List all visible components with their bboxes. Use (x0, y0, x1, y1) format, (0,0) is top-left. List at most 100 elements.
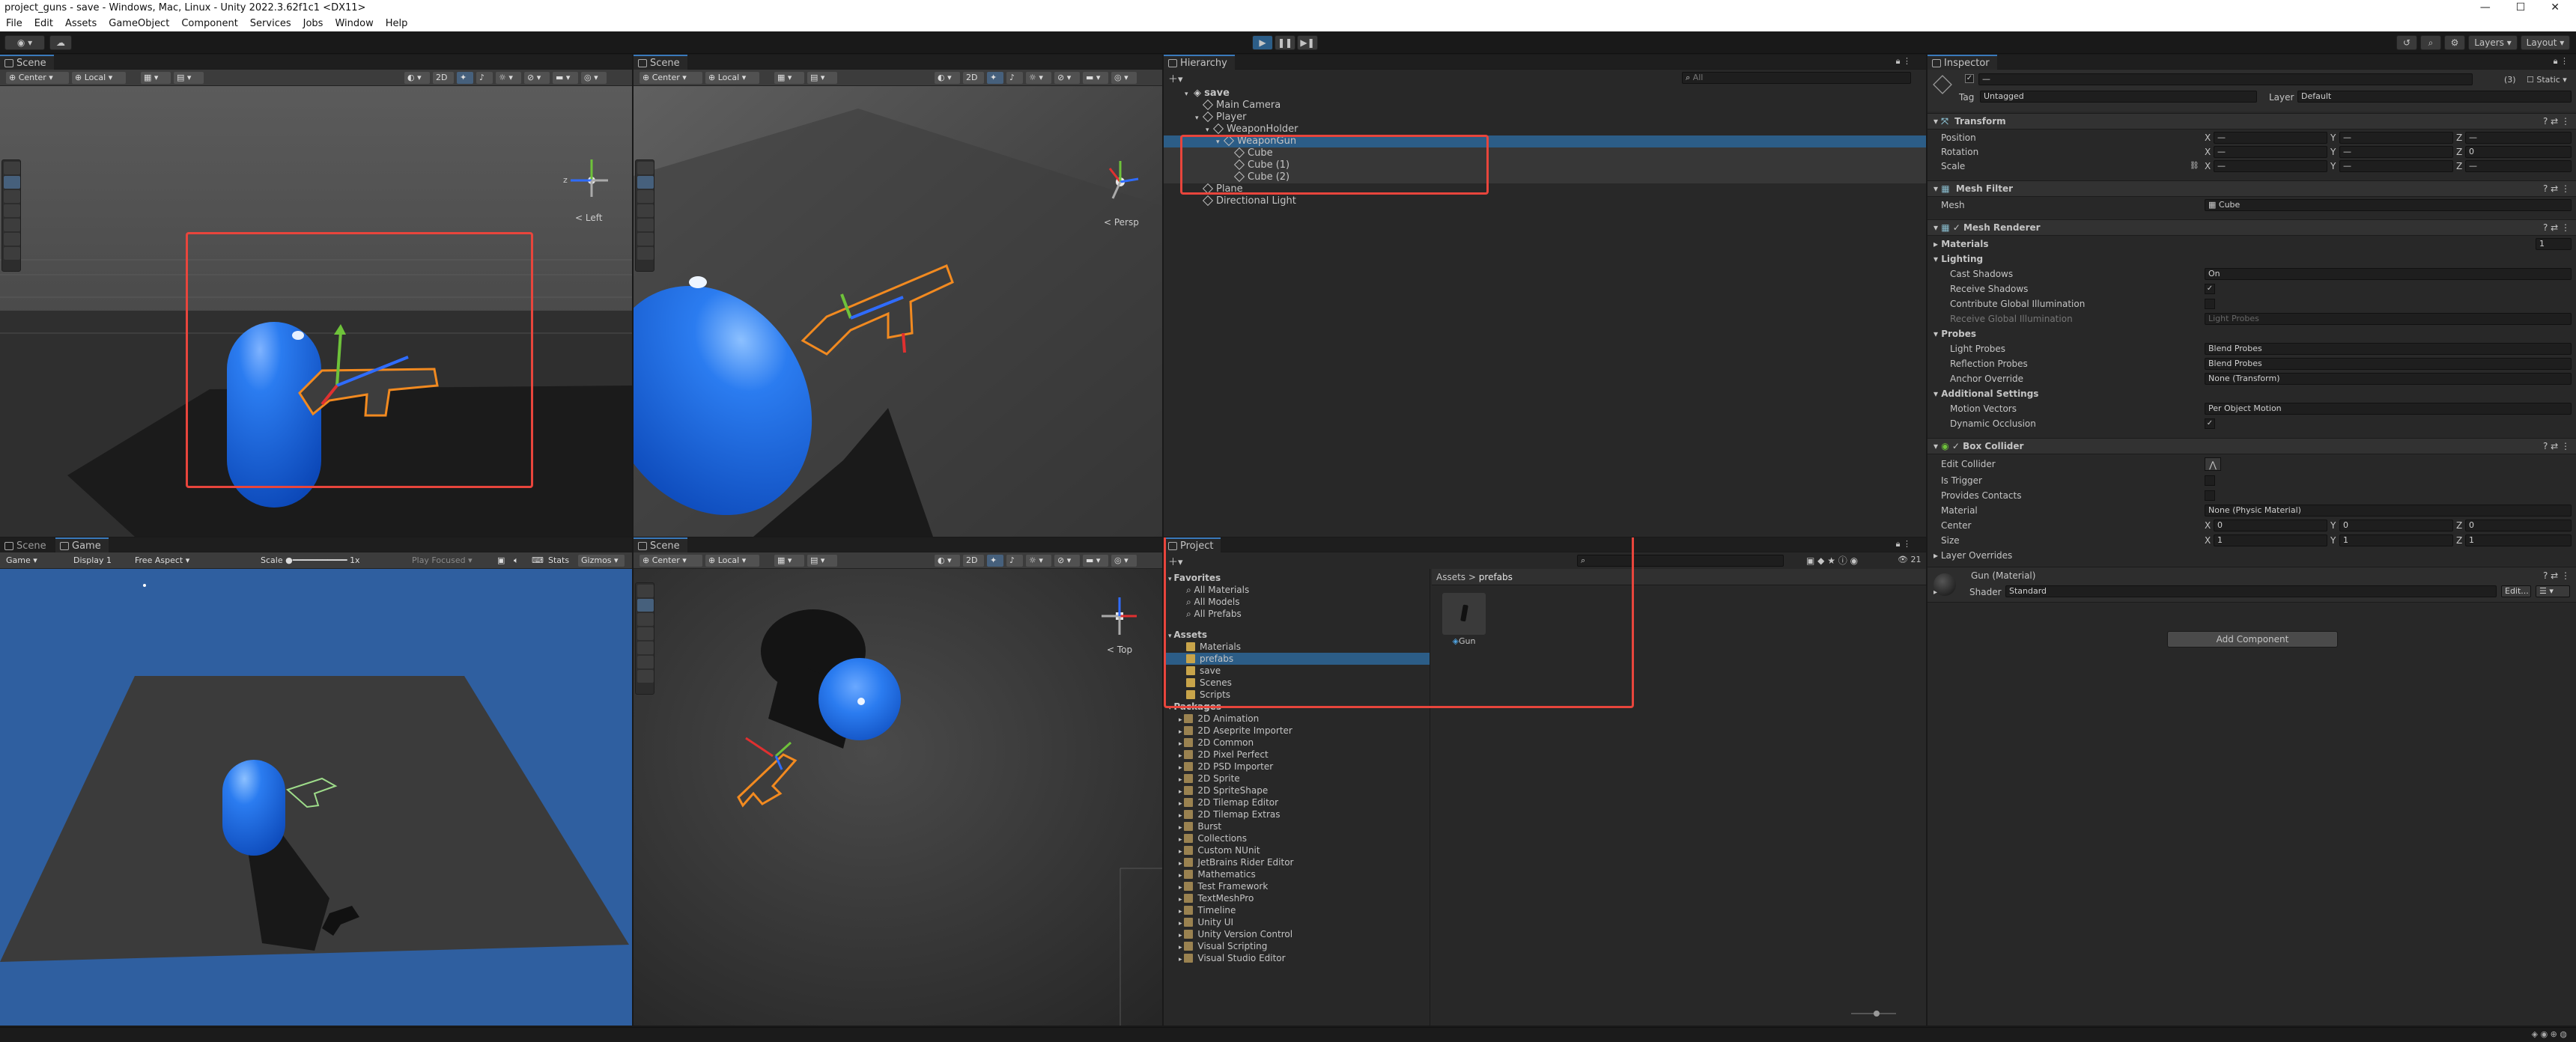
foldout-icon[interactable]: ▸ (1179, 920, 1184, 927)
menu-help[interactable]: Help (386, 18, 408, 29)
tab-scene[interactable]: Scene (0, 55, 54, 70)
foldout-icon[interactable]: ▸ (1179, 908, 1184, 915)
display-mode-dropdown[interactable]: Game ▾ (3, 555, 66, 567)
size-x[interactable]: 1 (2214, 534, 2327, 546)
active-checkbox[interactable]: ✓ (1965, 74, 1974, 83)
folder-item[interactable]: ▸ Burst (1164, 820, 1430, 832)
toggle-2d[interactable]: 2D (963, 72, 984, 84)
fx-dropdown[interactable]: ☼ ▾ (1026, 72, 1051, 84)
tab-inspector[interactable]: Inspector (1928, 55, 1997, 70)
center-x[interactable]: 0 (2214, 520, 2327, 531)
foldout-icon[interactable]: ▸ (1179, 752, 1184, 760)
foldout-icon[interactable]: ▸ (1179, 860, 1184, 868)
gizmos-dropdown[interactable]: ◎ ▾ (1111, 555, 1137, 567)
rotation-z[interactable]: 0 (2465, 146, 2572, 158)
folder-item[interactable]: ⌕ All Models (1164, 596, 1430, 608)
toggle-2d[interactable]: 2D (963, 555, 984, 567)
contribute-gi-checkbox[interactable] (2205, 299, 2215, 309)
hierarchy-item[interactable]: ▾ WeaponGun (1164, 135, 1926, 147)
rotate-tool[interactable] (637, 613, 654, 626)
name-field[interactable]: — (1978, 73, 2473, 85)
foldout-icon[interactable]: ▾ (1216, 136, 1225, 148)
foldout-icon[interactable]: ▸ (1179, 728, 1184, 736)
tree-section[interactable]: ▾ Assets (1164, 629, 1430, 641)
menu-jobs[interactable]: Jobs (303, 18, 323, 29)
lock-icon[interactable]: 🔒︎ ⋮ (1896, 56, 1911, 67)
hierarchy-item[interactable]: Directional Light (1164, 195, 1926, 207)
box-collider-header[interactable]: ▾ ◉ ✓ Box Collider? ⇄ ⋮ (1928, 438, 2576, 454)
motion-vectors-dropdown[interactable]: Per Object Motion (2205, 403, 2572, 415)
view-label[interactable]: < Persp (1104, 217, 1139, 228)
reflection-probes-dropdown[interactable]: Blend Probes (2205, 358, 2572, 370)
hand-tool[interactable] (637, 585, 654, 597)
project-search-input[interactable]: ⌕ (1577, 555, 1784, 567)
mesh-renderer-header[interactable]: ▾ ▦ ✓ Mesh Renderer? ⇄ ⋮ (1928, 219, 2576, 236)
layout-dropdown[interactable]: Layout ▾ (2521, 35, 2570, 50)
constrain-proportions-icon[interactable]: ⛓ (2190, 159, 2199, 173)
lock-icon[interactable]: 🔒︎ ⋮ (1896, 539, 1911, 549)
folder-item[interactable]: ⌕ All Prefabs (1164, 608, 1430, 620)
foldout-icon[interactable]: ▸ (1179, 848, 1184, 856)
layer-overrides-foldout[interactable]: ▸ Layer Overrides (1928, 549, 2576, 562)
hidden-objects-toggle[interactable]: ⊘ ▾ (1054, 72, 1080, 84)
menu-component[interactable]: Component (181, 18, 237, 29)
tab-game[interactable]: Game (55, 537, 109, 552)
folder-item[interactable]: ▸ Test Framework (1164, 880, 1430, 892)
custom-tool[interactable] (4, 247, 20, 260)
layers-dropdown[interactable]: Layers ▾ (2468, 35, 2518, 50)
scene-canvas-persp[interactable]: < Persp (634, 86, 1162, 537)
search-button[interactable]: ⌕ (2420, 35, 2441, 50)
size-y[interactable]: 1 (2339, 534, 2453, 546)
stats-button[interactable]: Stats (545, 555, 575, 567)
fx-dropdown[interactable]: ☼ ▾ (1026, 555, 1051, 567)
static-toggle[interactable]: ☐ Static ▾ (2527, 75, 2567, 85)
close-icon[interactable]: ✕ (2551, 1, 2560, 13)
hierarchy-item[interactable]: Main Camera (1164, 99, 1926, 112)
space-dropdown[interactable]: ⊕ Local ▾ (72, 72, 126, 84)
camera-dropdown[interactable]: ▬ ▾ (1083, 72, 1108, 84)
folder-item[interactable]: ▸ 2D Tilemap Extras (1164, 808, 1430, 820)
material-title[interactable]: Gun (Material) (1971, 570, 2035, 581)
transform-tool[interactable] (637, 233, 654, 246)
tab-scene[interactable]: Scene (634, 537, 687, 552)
position-y[interactable]: — (2339, 132, 2453, 144)
folder-item[interactable]: prefabs (1164, 653, 1430, 665)
scene-canvas-left[interactable]: z < Left (0, 86, 632, 537)
hierarchy-search-input[interactable]: ⌕ All (1682, 72, 1911, 84)
move-tool[interactable] (637, 599, 654, 612)
tree-section[interactable]: ▾ Packages (1164, 701, 1430, 713)
move-tool[interactable] (637, 176, 654, 189)
foldout-icon[interactable]: ▸ (1179, 944, 1184, 951)
scale-x[interactable]: — (2214, 160, 2327, 172)
cast-shadows-dropdown[interactable]: On (2205, 268, 2572, 280)
hierarchy-item[interactable]: Cube (1164, 147, 1926, 159)
thumbnail-size-slider[interactable] (1851, 1011, 1896, 1017)
shortcuts-icon[interactable]: ⌨ (529, 555, 544, 567)
folder-item[interactable]: ▸ Unity UI (1164, 916, 1430, 928)
toggle-2d[interactable]: 2D (433, 72, 454, 84)
folder-item[interactable]: ▸ 2D Animation (1164, 713, 1430, 725)
lighting-foldout[interactable]: ▾ Lighting (1928, 252, 2576, 266)
position-z[interactable]: — (2465, 132, 2572, 144)
foldout-icon[interactable]: ▸ (1179, 764, 1184, 772)
foldout-icon[interactable]: ▸ (1933, 588, 1937, 597)
rotation-y[interactable]: — (2339, 146, 2453, 158)
folder-item[interactable]: ▸ Custom NUnit (1164, 844, 1430, 856)
game-canvas[interactable] (0, 569, 632, 1026)
component-menu-icon[interactable]: ? ⇄ ⋮ (2543, 181, 2570, 196)
rect-tool[interactable] (4, 219, 20, 231)
grid-dropdown[interactable]: ▦ ▾ (774, 72, 804, 84)
add-component-button[interactable]: Add Component (2167, 631, 2338, 648)
folder-item[interactable]: save (1164, 665, 1430, 677)
rect-tool[interactable] (637, 219, 654, 231)
cloud-button[interactable]: ☁ (49, 35, 72, 50)
tab-scene[interactable]: Scene (0, 537, 54, 552)
menu-file[interactable]: File (6, 18, 22, 29)
hierarchy-item[interactable]: Plane (1164, 183, 1926, 195)
folder-item[interactable]: ▸ 2D SpriteShape (1164, 784, 1430, 796)
foldout-icon[interactable]: ▾ (1185, 88, 1194, 100)
foldout-icon[interactable]: ▾ (1195, 112, 1204, 124)
camera-dropdown[interactable]: ▬ ▾ (1083, 555, 1108, 567)
camera-dropdown[interactable]: ▬ ▾ (553, 72, 578, 84)
folder-item[interactable]: ▸ Collections (1164, 832, 1430, 844)
